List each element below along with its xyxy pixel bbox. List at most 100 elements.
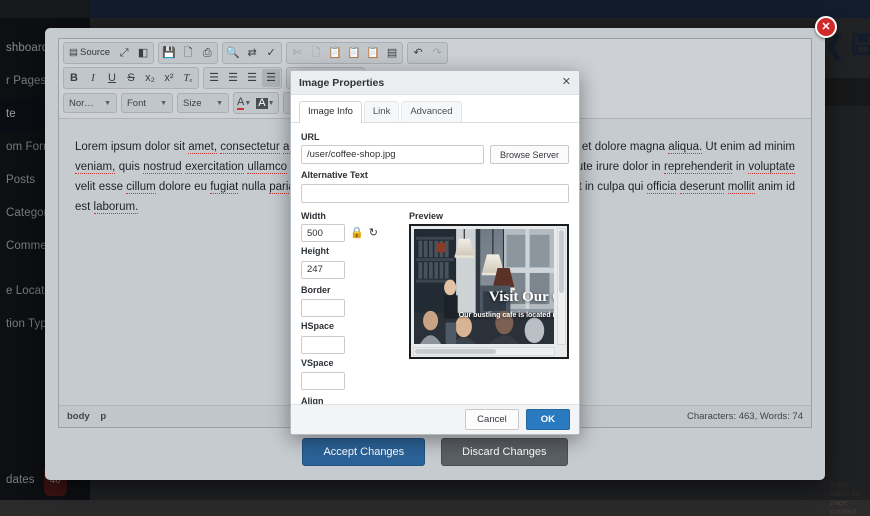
toolbar-group-file: 💾 🗋 ⎙ [158,42,218,64]
url-row: Browse Server [301,145,569,164]
preview-vertical-scrollbar[interactable] [557,228,566,345]
bg-color-button[interactable]: A ▼ [254,94,276,112]
chevron-down-icon: ▼ [104,100,111,107]
align-justify-icon: ☰ [266,73,276,84]
discard-changes-button[interactable]: Discard Changes [441,438,567,466]
width-row: 🔒 ↻ [301,224,397,242]
align-left-icon: ☰ [209,73,219,84]
lock-ratio-icon[interactable]: 🔒 [350,228,364,239]
paste-word-icon: 📋 [366,48,380,59]
close-modal-button[interactable] [815,16,837,38]
preview-headline: Visit Our Cafe a [489,289,554,306]
font-family-select[interactable]: Font ▼ [121,93,173,113]
maximize-button[interactable]: ⤢ [115,44,133,62]
copy-button[interactable]: 🗋 [307,44,325,62]
strikethrough-icon: S [127,73,134,84]
save-button[interactable]: 💾 [160,44,178,62]
align-left-button[interactable]: ☰ [205,69,223,87]
text-color-icon: A [237,97,244,110]
save-icon: 💾 [162,48,176,59]
chevron-down-icon: ▼ [268,100,275,107]
width-input[interactable] [301,224,345,242]
replace-button[interactable]: ⇄ [243,44,261,62]
align-justify-button[interactable]: ☰ [262,69,280,87]
undo-icon: ↶ [413,48,422,59]
hspace-label: HSpace [301,321,397,331]
text-color-button[interactable]: A ▼ [235,94,253,112]
dialog-body: URL Browse Server Alternative Text Width… [291,123,579,404]
vspace-input[interactable] [301,372,345,390]
source-icon: ▤ [69,48,78,58]
alt-text-input[interactable] [301,184,569,203]
url-input[interactable] [301,145,484,164]
alt-text-label: Alternative Text [301,170,569,180]
scrollbar-thumb[interactable] [415,349,496,354]
border-label: Border [301,285,397,295]
dimension-fields: Width 🔒 ↻ Height Border HSpace VSpace Al… [301,211,397,404]
element-path-body[interactable]: body [67,411,90,422]
paste-word-button[interactable]: 📋 [364,44,382,62]
border-input[interactable] [301,299,345,317]
subscript-button[interactable]: x₂ [141,69,159,87]
spellcheck-button[interactable]: ✓ [262,44,280,62]
close-icon[interactable]: ✕ [562,77,571,88]
align-center-button[interactable]: ☰ [224,69,242,87]
bold-button[interactable]: B [65,69,83,87]
font-size-select[interactable]: Size ▼ [177,93,229,113]
underline-button[interactable]: U [103,69,121,87]
tab-advanced[interactable]: Advanced [401,101,461,122]
scrollbar-thumb[interactable] [559,230,564,293]
templates-button[interactable]: ▤ [383,44,401,62]
paste-text-icon: 📋 [347,48,361,59]
new-page-button[interactable]: 🗋 [179,44,197,62]
hspace-input[interactable] [301,336,345,354]
font-family-value: Font [127,98,146,109]
dialog-title: Image Properties [299,77,384,89]
dialog-footer: Cancel OK [291,404,579,434]
bg-color-icon: A [256,98,267,109]
ok-button[interactable]: OK [526,409,570,430]
toolbar-group-alignment: ☰ ☰ ☰ ☰ [203,67,282,89]
cut-button[interactable]: ✄ [288,44,306,62]
print-button[interactable]: ⎙ [198,44,216,62]
width-label: Width [301,211,397,221]
preview-horizontal-scrollbar[interactable] [413,347,555,356]
copy-icon: 🗋 [312,48,321,59]
italic-button[interactable]: I [84,69,102,87]
chevron-down-icon: ▼ [216,100,223,107]
chevron-down-icon: ▼ [160,100,167,107]
show-blocks-icon: ◧ [138,48,148,59]
align-right-icon: ☰ [247,73,257,84]
dialog-title-bar[interactable]: Image Properties ✕ [291,71,579,95]
superscript-icon: x² [164,73,173,84]
coffee-shop-photo [414,229,554,344]
templates-icon: ▤ [387,48,397,59]
find-button[interactable]: 🔍 [224,44,242,62]
spellcheck-icon: ✓ [266,48,275,59]
browse-server-button[interactable]: Browse Server [490,145,569,164]
show-blocks-button[interactable]: ◧ [134,44,152,62]
bold-icon: B [70,73,78,84]
paragraph-format-select[interactable]: Nor… ▼ [63,93,117,113]
undo-button[interactable]: ↶ [409,44,427,62]
paste-button[interactable]: 📋 [326,44,344,62]
align-label: Align [301,396,397,404]
reset-size-icon[interactable]: ↻ [369,228,378,239]
remove-format-button[interactable]: Tₓ [179,69,197,87]
image-properties-dialog: Image Properties ✕ Image Info Link Advan… [290,70,580,435]
element-path-p[interactable]: p [100,411,106,422]
tab-image-info[interactable]: Image Info [299,101,362,123]
preview-label: Preview [409,211,569,221]
modal-action-bar: Accept Changes Discard Changes [45,438,825,466]
strike-button[interactable]: S [122,69,140,87]
cancel-button[interactable]: Cancel [465,409,519,430]
preview-subtext: Our bustling cafe is located in the he [459,312,554,319]
source-button[interactable]: ▤ Source [65,44,114,62]
height-input[interactable] [301,261,345,279]
accept-changes-button[interactable]: Accept Changes [302,438,425,466]
tab-link[interactable]: Link [364,101,399,122]
superscript-button[interactable]: x² [160,69,178,87]
align-right-button[interactable]: ☰ [243,69,261,87]
redo-button[interactable]: ↷ [428,44,446,62]
paste-text-button[interactable]: 📋 [345,44,363,62]
